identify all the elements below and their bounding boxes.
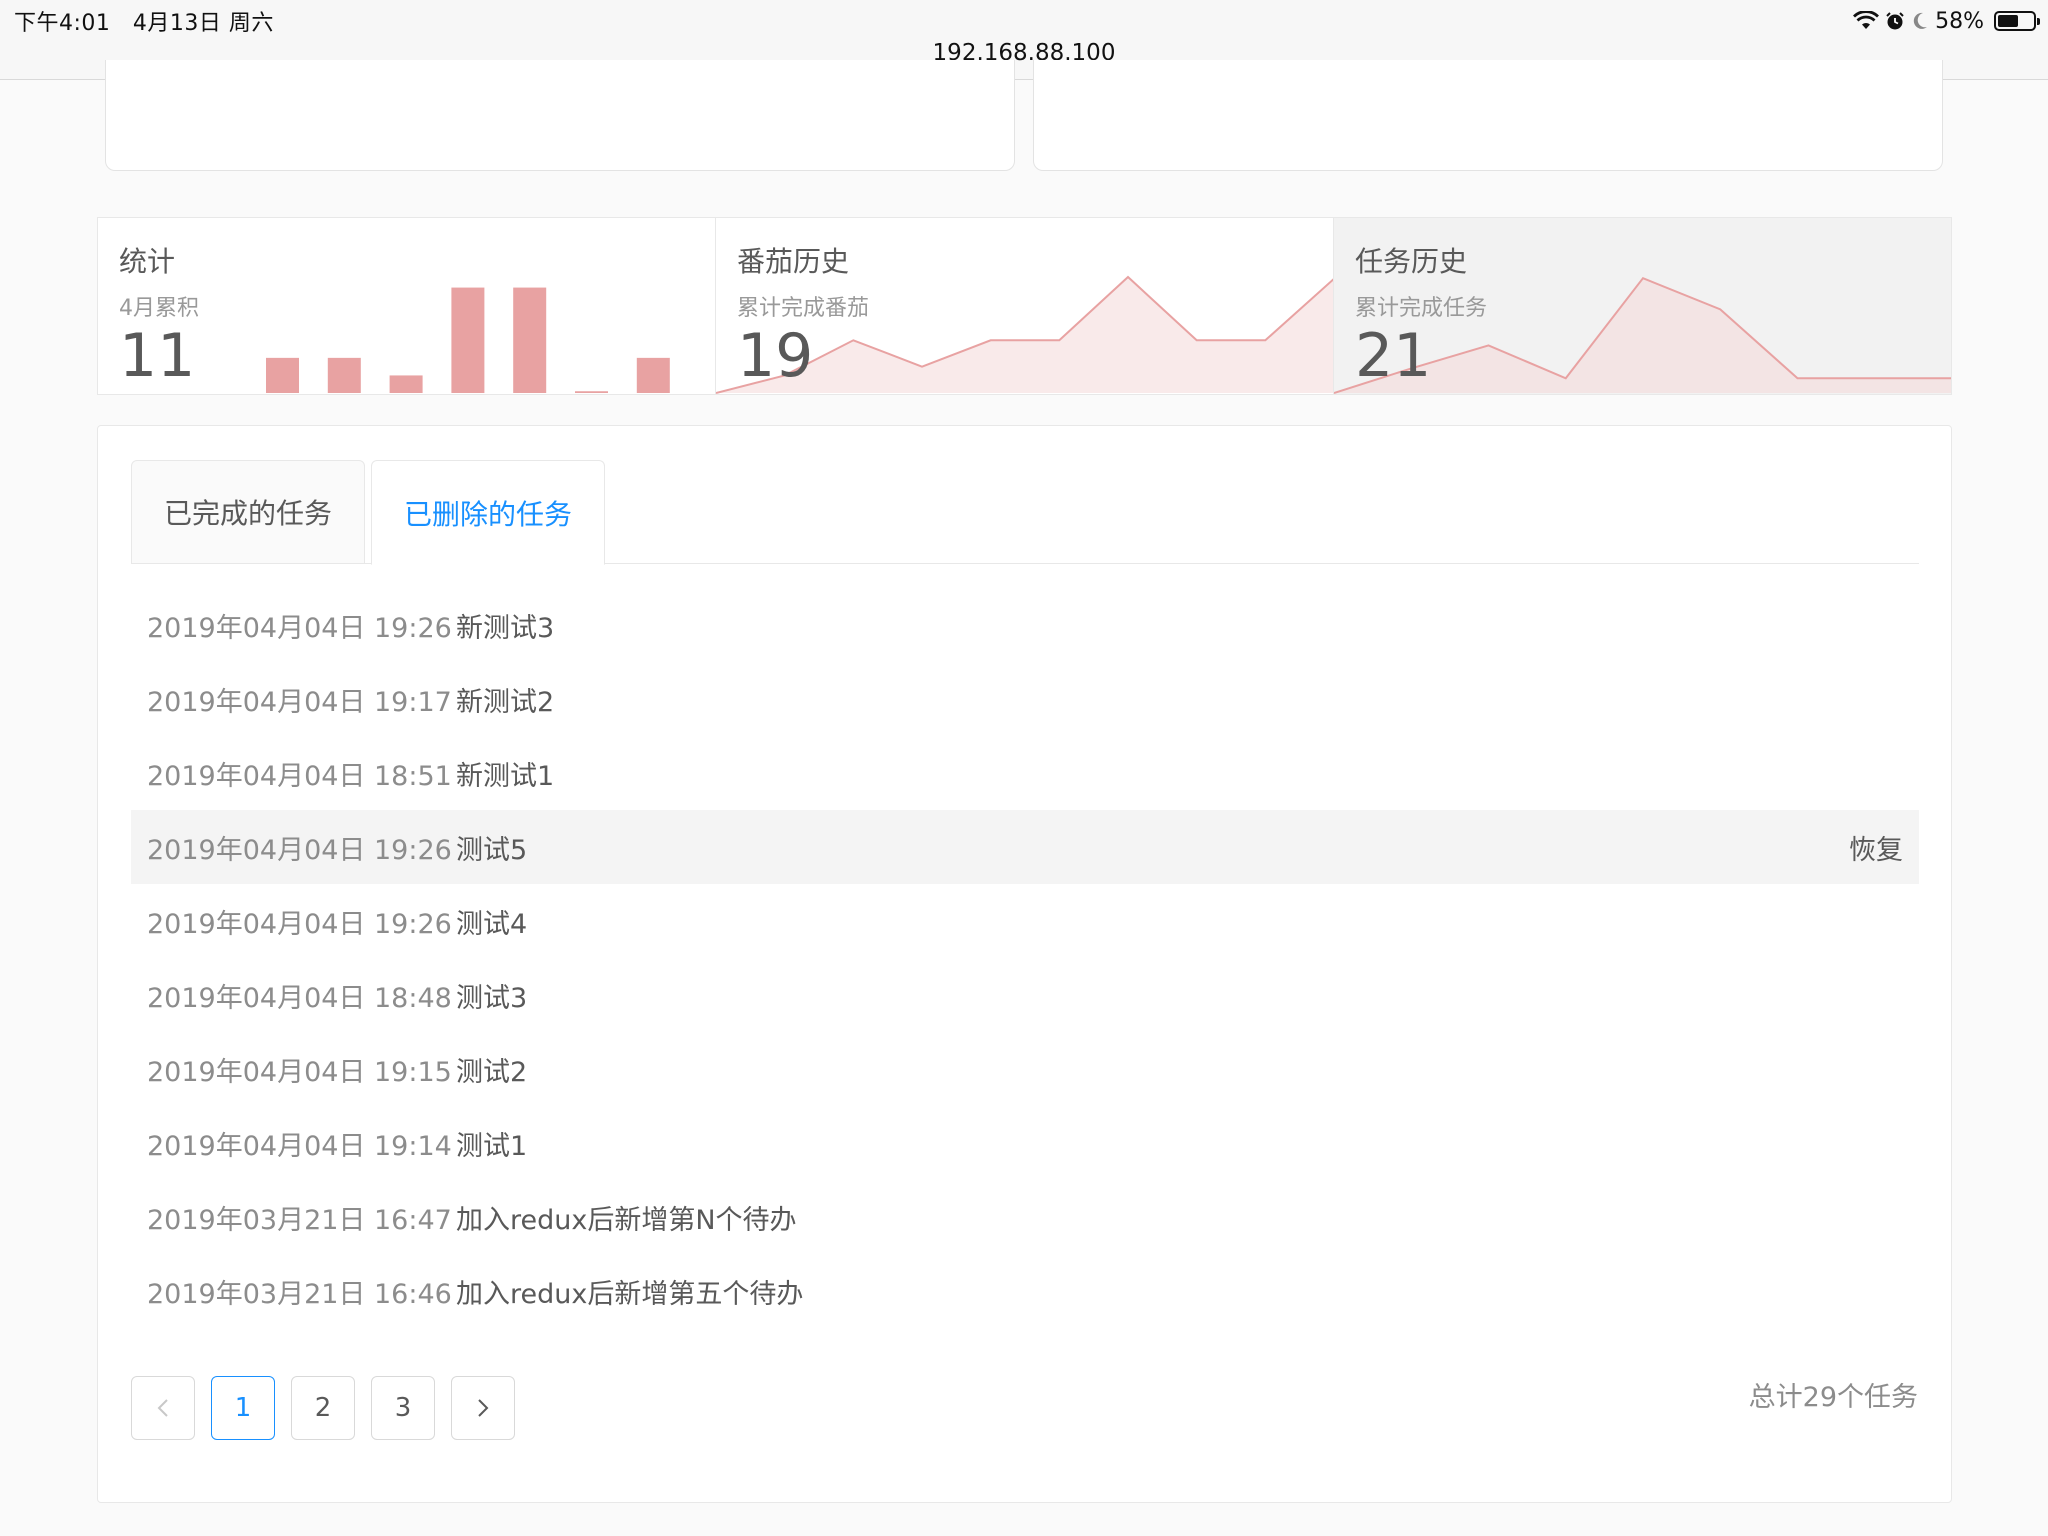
task-time: 2019年03月21日 16:46 — [147, 1278, 452, 1310]
chart-bar — [327, 357, 361, 393]
tab-completed-tasks[interactable]: 已完成的任务 — [131, 460, 365, 564]
moon-icon — [1913, 12, 1928, 29]
task-list: 2019年04月04日 19:26 新测试3 2019年04月04日 19:17… — [131, 588, 1919, 1328]
chart-bar — [636, 357, 670, 393]
status-time: 下午4:01 — [14, 11, 111, 36]
task-time: 2019年04月04日 19:14 — [147, 1130, 452, 1162]
task-time: 2019年04月04日 19:17 — [147, 686, 452, 718]
task-card: 已完成的任务 已删除的任务 2019年04月04日 19:26 新测试3 201… — [97, 425, 1952, 1503]
task-name: 测试5 — [456, 834, 528, 866]
top-card-left — [105, 60, 1015, 171]
prev-page-button[interactable] — [131, 1376, 195, 1440]
stat-title: 统计 — [119, 245, 176, 278]
task-row[interactable]: 2019年04月04日 19:15 测试2 — [131, 1032, 1919, 1106]
status-icons: 58% — [1853, 5, 2040, 37]
task-row[interactable]: 2019年04月04日 19:26 测试5 恢复 — [131, 810, 1919, 884]
task-time: 2019年04月04日 19:26 — [147, 908, 452, 940]
stat-title: 任务历史 — [1355, 245, 1468, 278]
stat-value: 21 — [1355, 321, 1432, 391]
page-button-3[interactable]: 3 — [371, 1376, 435, 1440]
task-name: 测试2 — [456, 1056, 528, 1088]
tab-deleted-tasks[interactable]: 已删除的任务 — [371, 460, 605, 565]
tab-bar: 已完成的任务 已删除的任务 — [131, 460, 1919, 565]
task-row[interactable]: 2019年04月04日 19:14 测试1 — [131, 1106, 1919, 1180]
task-name: 测试3 — [456, 982, 528, 1014]
task-name: 测试1 — [456, 1130, 528, 1162]
stat-subtitle: 累计完成番茄 — [737, 296, 870, 321]
chevron-left-icon — [157, 1399, 168, 1417]
chart-bar — [451, 287, 485, 393]
task-time: 2019年04月04日 18:48 — [147, 982, 452, 1014]
task-name: 测试4 — [456, 908, 528, 940]
chart-bar — [513, 287, 547, 393]
task-row[interactable]: 2019年04月04日 19:26 新测试3 — [131, 588, 1919, 662]
status-date: 4月13日 周六 — [132, 11, 274, 36]
task-row[interactable]: 2019年04月04日 18:51 新测试1 — [131, 736, 1919, 810]
chevron-right-icon — [478, 1399, 489, 1417]
stat-task-history: 任务历史 累计完成任务 21 — [1334, 218, 1951, 394]
battery-icon — [1994, 11, 2040, 31]
stat-subtitle: 4月累积 — [119, 296, 199, 321]
battery-fill — [1998, 15, 2018, 27]
restore-button[interactable]: 恢复 — [1849, 828, 1903, 867]
stat-pomodoro-history: 番茄历史 累计完成番茄 19 — [716, 218, 1334, 394]
alarm-icon — [1886, 12, 1904, 30]
chart-bar — [266, 357, 299, 393]
task-time: 2019年04月04日 18:51 — [147, 760, 452, 792]
task-time: 2019年04月04日 19:15 — [147, 1056, 452, 1088]
status-time-date: 下午4:01 4月13日 周六 — [14, 5, 274, 37]
task-row[interactable]: 2019年04月04日 19:26 测试4 — [131, 884, 1919, 958]
chart-bar — [575, 391, 608, 393]
battery-percent: 58% — [1935, 8, 1984, 34]
task-row[interactable]: 2019年04月04日 18:48 测试3 — [131, 958, 1919, 1032]
task-row[interactable]: 2019年03月21日 16:46 加入redux后新增第五个待办 — [131, 1254, 1919, 1328]
task-time: 2019年04月04日 19:26 — [147, 612, 452, 644]
task-name: 加入redux后新增第五个待办 — [456, 1278, 804, 1310]
task-time: 2019年04月04日 19:26 — [147, 834, 452, 866]
next-page-button[interactable] — [451, 1376, 515, 1440]
stat-subtitle: 累计完成任务 — [1355, 296, 1488, 321]
chart-bar — [389, 375, 423, 393]
top-card-right — [1033, 60, 1943, 171]
task-time: 2019年03月21日 16:47 — [147, 1204, 452, 1236]
task-name: 新测试2 — [456, 686, 555, 718]
page-button-2[interactable]: 2 — [291, 1376, 355, 1440]
task-row[interactable]: 2019年04月04日 19:17 新测试2 — [131, 662, 1919, 736]
task-row[interactable]: 2019年03月21日 16:47 加入redux后新增第N个待办 — [131, 1180, 1919, 1254]
wifi-icon — [1853, 11, 1880, 29]
stat-value: 19 — [737, 321, 814, 391]
page-button-1[interactable]: 1 — [211, 1376, 275, 1440]
stat-title: 番茄历史 — [737, 245, 850, 278]
total-count: 总计29个任务 — [1748, 1382, 1918, 1413]
stats-panel: 统计 4月累积 11 番茄历史 累计完成番茄 19 任务历史 累计完成任务 21 — [97, 217, 1952, 395]
task-name: 新测试3 — [456, 612, 555, 644]
task-name: 新测试1 — [456, 760, 555, 792]
task-name: 加入redux后新增第N个待办 — [456, 1204, 797, 1236]
stat-summary: 统计 4月累积 11 — [98, 218, 716, 394]
stat-value: 11 — [119, 321, 196, 391]
pagination: 1 2 3 — [131, 1376, 515, 1440]
